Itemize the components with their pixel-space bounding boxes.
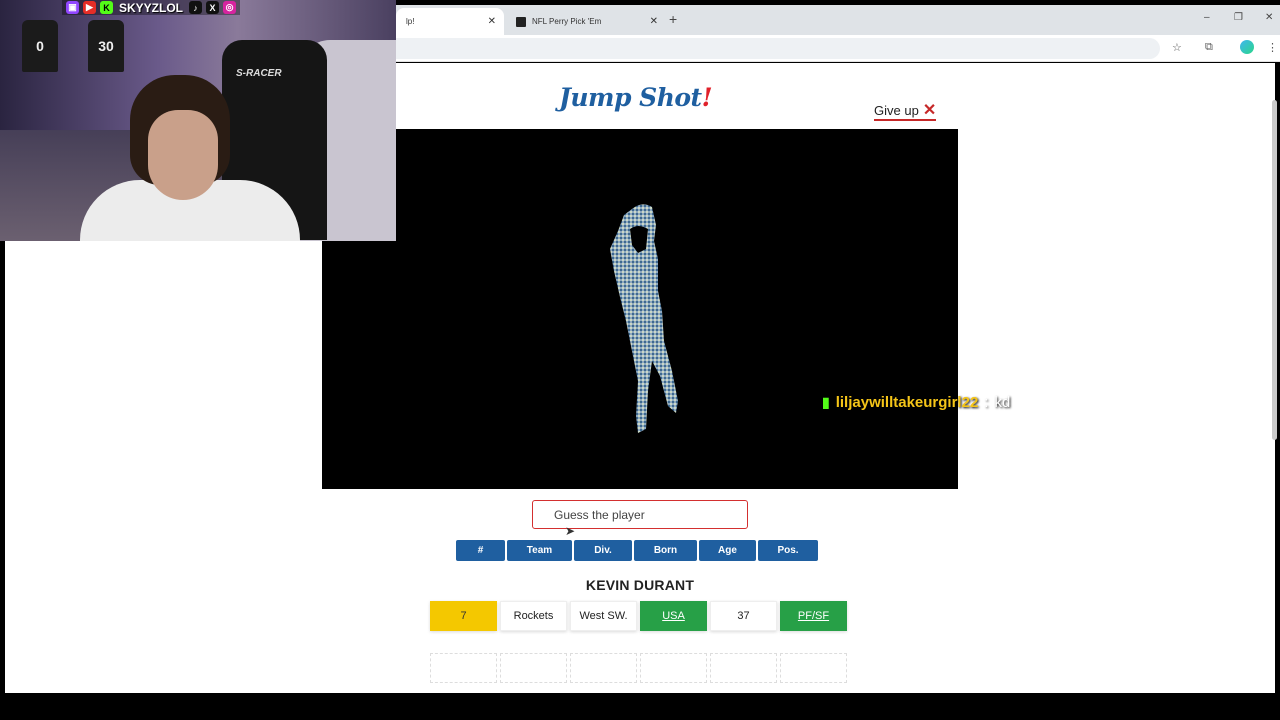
tab-nfl-pick-em[interactable]: NFL Perry Pick 'Em ✕ <box>506 8 666 35</box>
player-silhouette-stage <box>322 129 958 489</box>
social-bar: ▣ ▶ K SKYYZLOL ♪ X ◎ <box>62 0 241 15</box>
profile-avatar[interactable] <box>1240 40 1254 54</box>
empty-cell <box>710 653 777 683</box>
give-up-button[interactable]: Give up ✕ <box>874 101 937 121</box>
x-icon: X <box>206 1 220 14</box>
player-silhouette-image <box>610 204 678 433</box>
cell-number: 7 <box>430 601 497 631</box>
empty-cell <box>780 653 847 683</box>
empty-cell <box>640 653 707 683</box>
jersey-right: 30 <box>88 20 124 72</box>
empty-cell <box>430 653 497 683</box>
title-bang: ! <box>701 83 713 112</box>
header-team[interactable]: Team <box>507 540 572 561</box>
cell-born: USA <box>640 601 707 631</box>
chat-text: kd <box>994 394 1011 411</box>
header-born[interactable]: Born <box>634 540 697 561</box>
chair-brand-label: S-RACER <box>236 68 282 79</box>
guess-row: 7 Rockets West SW. USA 37 PF/SF <box>430 601 847 631</box>
game-title: Jump Shot! <box>559 83 713 112</box>
attribute-headers: # Team Div. Born Age Pos. <box>456 540 818 561</box>
guess-player-name: KEVIN DURANT <box>585 577 695 593</box>
window-close-button[interactable]: ✕ <box>1265 12 1273 23</box>
give-up-label: Give up <box>874 103 919 118</box>
header-division[interactable]: Div. <box>574 540 632 561</box>
header-age[interactable]: Age <box>699 540 756 561</box>
instagram-icon: ◎ <box>223 1 237 14</box>
twitch-icon: ▣ <box>66 1 79 14</box>
stream-chat-message: ▮ liljaywilltakeurgirl22 : kd <box>822 394 1010 411</box>
tab-favicon-icon <box>516 16 526 27</box>
bookmark-star-icon[interactable]: ☆ <box>1172 41 1182 54</box>
page-scrollbar[interactable] <box>1272 100 1277 440</box>
minimize-button[interactable]: – <box>1204 12 1210 23</box>
new-tab-button[interactable]: + <box>669 11 677 27</box>
extensions-icon[interactable]: ⧉ <box>1205 41 1213 54</box>
title-text: Jump Shot <box>559 83 702 112</box>
jersey-left: 0 <box>22 20 58 72</box>
empty-cell <box>570 653 637 683</box>
webcam-overlay: 0 30 S-RACER ▣ ▶ K SKYYZLOL ♪ X ◎ <box>0 0 396 241</box>
cell-age: 37 <box>710 601 777 631</box>
tiktok-icon: ♪ <box>189 1 203 14</box>
close-icon[interactable]: ✕ <box>650 16 658 27</box>
cell-position: PF/SF <box>780 601 847 631</box>
close-x-icon: ✕ <box>922 101 937 119</box>
close-icon[interactable]: ✕ <box>488 16 496 27</box>
cell-team: Rockets <box>500 601 567 631</box>
mouse-cursor-icon: ➤ <box>565 524 576 538</box>
tab-jumpshot[interactable]: lp! ✕ <box>396 8 504 35</box>
tab-label: lp! <box>406 17 415 26</box>
restore-button[interactable]: ❐ <box>1234 12 1243 23</box>
streamer-handle: SKYYZLOL <box>119 0 184 15</box>
streamer-face <box>148 110 218 200</box>
empty-cell <box>500 653 567 683</box>
chat-separator: : <box>984 394 989 411</box>
kick-logo-icon: ▮ <box>822 394 830 410</box>
empty-guess-row <box>430 653 847 683</box>
youtube-icon: ▶ <box>83 1 96 14</box>
cell-division: West SW. <box>570 601 637 631</box>
menu-kebab-icon[interactable]: ⋮ <box>1267 41 1278 54</box>
tab-label: NFL Perry Pick 'Em <box>532 17 602 26</box>
chat-username: liljaywilltakeurgirl22 <box>835 394 979 411</box>
header-number[interactable]: # <box>456 540 505 561</box>
kick-icon: K <box>100 1 113 14</box>
header-position[interactable]: Pos. <box>758 540 818 561</box>
screen: lp! ✕ NFL Perry Pick 'Em ✕ + – ❐ ✕ ☆ ⧉ ⋮… <box>0 0 1280 720</box>
